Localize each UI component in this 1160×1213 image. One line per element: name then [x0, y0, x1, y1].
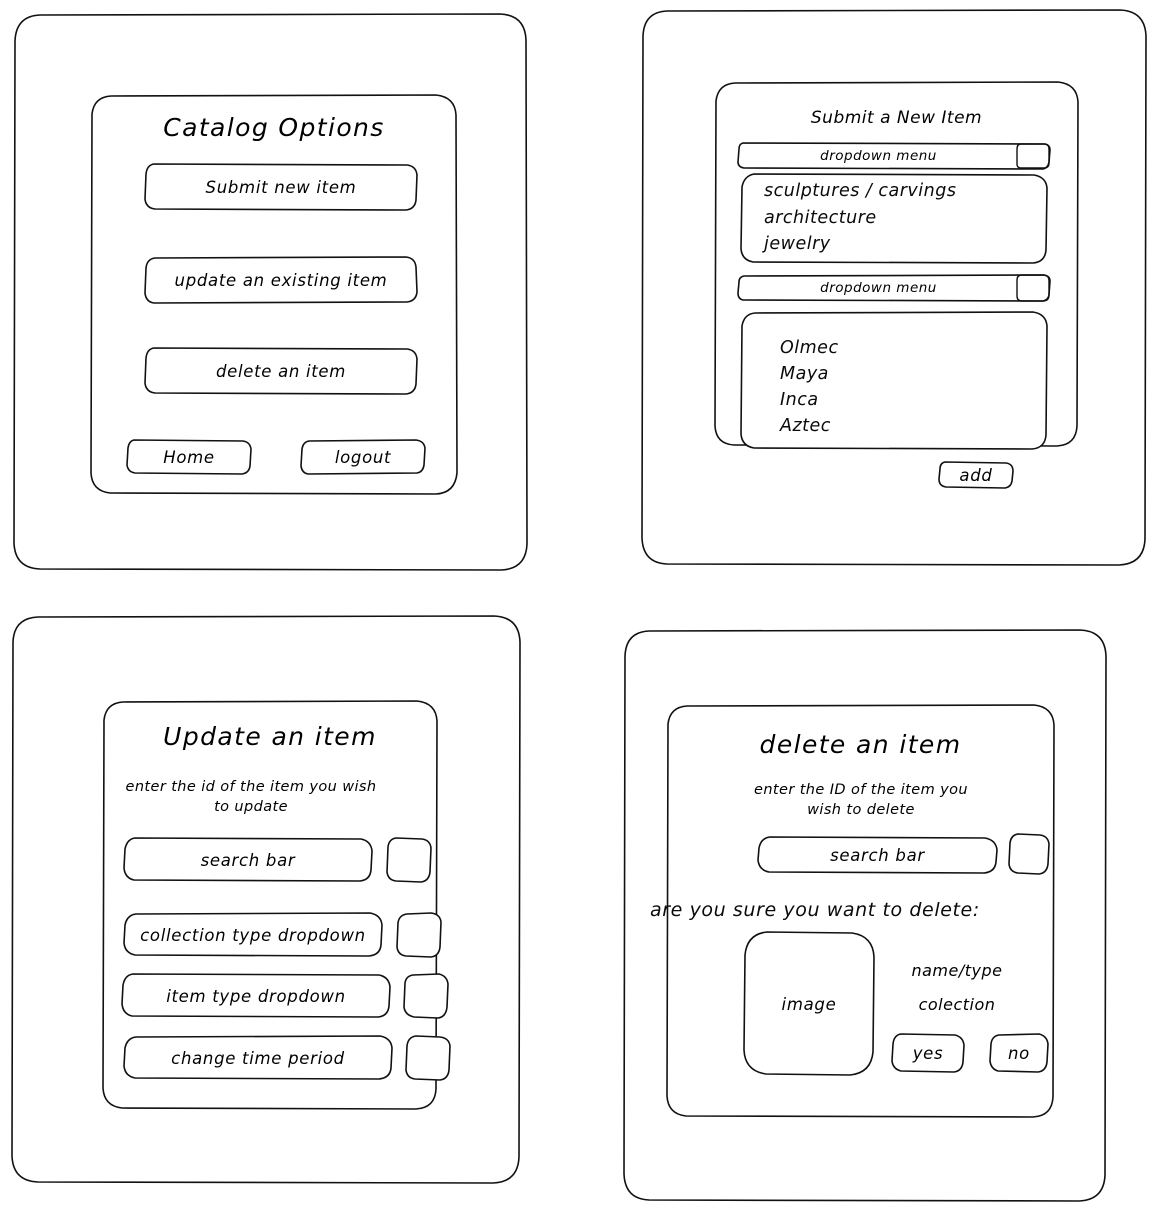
search-submit-button[interactable]	[385, 836, 433, 884]
panel-catalog-options: Catalog Options Submit new item update a…	[12, 12, 528, 572]
panel-outer-frame	[10, 614, 522, 1186]
item-name-type: name/type	[911, 960, 1003, 980]
dropdown-label: change time period	[171, 1048, 345, 1068]
button-label: delete an item	[215, 361, 347, 381]
submit-new-item-button[interactable]: Submit new item	[143, 162, 419, 212]
culture-dropdown-2[interactable]: dropdown menu	[736, 273, 1052, 303]
list-item[interactable]: Aztec	[780, 416, 831, 436]
confirm-yes-button[interactable]: yes	[890, 1032, 966, 1074]
collection-type-dropdown[interactable]: collection type dropdown	[122, 911, 384, 959]
button-outline	[385, 836, 433, 884]
list-item[interactable]: Inca	[780, 390, 819, 410]
collection-type-confirm-button[interactable]	[395, 911, 443, 959]
dropdown-label: collection type dropdown	[140, 925, 366, 945]
change-time-period-dropdown[interactable]: change time period	[122, 1034, 394, 1082]
button-outline	[395, 911, 443, 959]
search-input[interactable]: search bar	[756, 835, 999, 875]
delete-item-button[interactable]: delete an item	[143, 346, 419, 396]
page-title: Catalog Options	[163, 112, 385, 142]
button-label: no	[1008, 1043, 1030, 1063]
collection-dropdown-1[interactable]: dropdown menu	[736, 141, 1052, 171]
button-label: Submit new item	[205, 177, 357, 197]
helper-text: enter the id of the item you wish to upd…	[125, 779, 377, 815]
item-collection: colection	[918, 994, 996, 1014]
dropdown-label: dropdown menu	[820, 148, 937, 164]
logout-button[interactable]: logout	[299, 438, 427, 476]
list-item[interactable]: jewelry	[764, 234, 831, 254]
page-title: Update an item	[163, 721, 377, 751]
panel-delete-an-item: delete an item enter the ID of the item …	[622, 628, 1108, 1204]
dropdown-label: item type dropdown	[166, 986, 346, 1006]
button-label: yes	[912, 1043, 944, 1063]
helper-text: enter the ID of the item you wish to del…	[754, 782, 968, 818]
button-label: logout	[334, 447, 392, 467]
button-label: update an existing item	[174, 270, 388, 290]
list-item[interactable]: Olmec	[780, 338, 839, 358]
list-item[interactable]: Maya	[780, 364, 829, 384]
list-item[interactable]: architecture	[764, 208, 877, 228]
page-title: Submit a New Item	[810, 108, 983, 128]
home-button[interactable]: Home	[125, 438, 253, 476]
input-label: search bar	[200, 850, 296, 870]
button-outline	[404, 1034, 452, 1082]
panel-update-an-item: Update an item enter the id of the item …	[10, 614, 522, 1186]
button-label: Home	[163, 447, 215, 467]
button-outline	[1007, 832, 1051, 876]
culture-options-list-2[interactable]: Olmec Maya Inca Aztec	[739, 310, 1049, 452]
search-submit-button[interactable]	[1007, 832, 1051, 876]
change-time-period-confirm-button[interactable]	[404, 1034, 452, 1082]
update-existing-item-button[interactable]: update an existing item	[143, 255, 419, 305]
list-item[interactable]: sculptures / carvings	[764, 181, 956, 201]
confirm-no-button[interactable]: no	[988, 1032, 1050, 1074]
panel-inner-card	[10, 614, 522, 1186]
collection-options-list-1[interactable]: sculptures / carvings architecture jewel…	[739, 172, 1049, 266]
item-type-confirm-button[interactable]	[402, 972, 450, 1020]
confirm-prompt: are you sure you want to delete:	[650, 899, 980, 921]
image-placeholder-label: image	[781, 994, 837, 1014]
image-placeholder: image	[741, 930, 877, 1078]
button-outline	[402, 972, 450, 1020]
dropdown-label: dropdown menu	[820, 280, 937, 296]
item-type-dropdown[interactable]: item type dropdown	[120, 972, 392, 1020]
wireframe-canvas: Catalog Options Submit new item update a…	[0, 0, 1160, 1213]
button-label: add	[959, 465, 993, 485]
input-label: search bar	[830, 845, 925, 865]
add-button[interactable]: add	[937, 460, 1015, 490]
page-title: delete an item	[759, 729, 962, 759]
search-input[interactable]: search bar	[122, 836, 374, 884]
panel-submit-new-item: Submit a New Item dropdown menu sculptur…	[640, 8, 1148, 568]
